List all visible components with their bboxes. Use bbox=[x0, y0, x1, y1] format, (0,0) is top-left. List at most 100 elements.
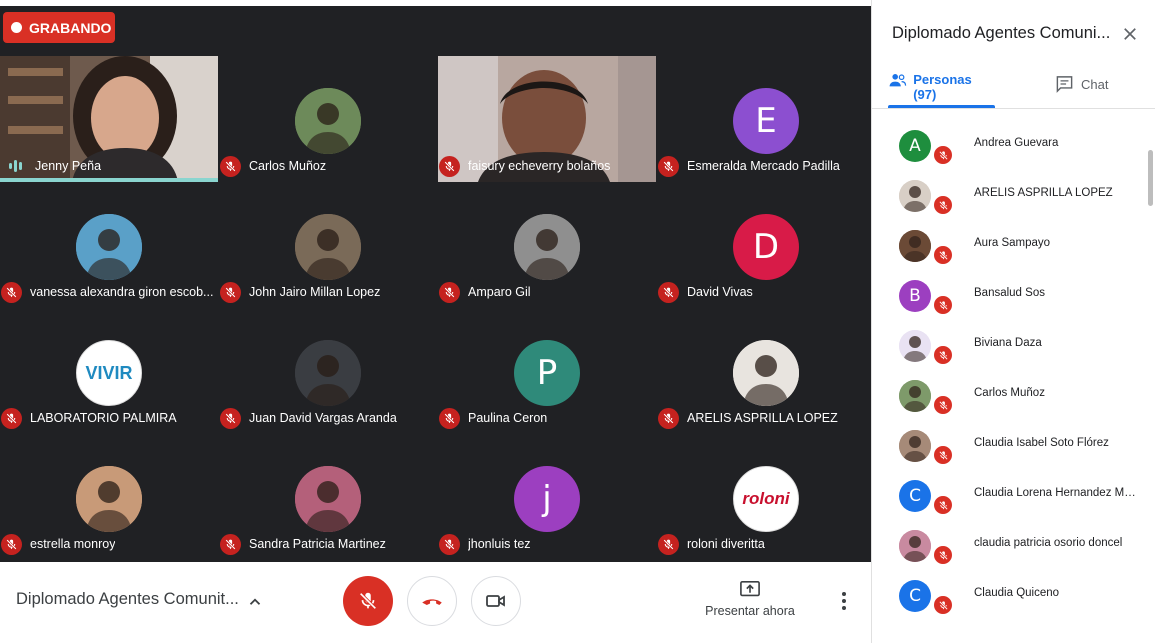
participant-caption: John Jairo Millan Lopez bbox=[220, 281, 433, 303]
participant-avatar: C bbox=[899, 480, 931, 512]
participant-tile[interactable]: D David Vivas bbox=[657, 182, 871, 308]
participant-avatar bbox=[899, 380, 931, 412]
participant-caption: Sandra Patricia Martinez bbox=[220, 533, 433, 555]
mic-off-icon bbox=[220, 407, 241, 429]
participant-tile[interactable]: Jenny Peña bbox=[0, 56, 218, 182]
participant-avatar bbox=[295, 214, 361, 280]
participant-list-item[interactable]: claudia patricia osorio doncel bbox=[872, 520, 1142, 570]
participant-list-name: Andrea Guevara bbox=[974, 137, 1059, 149]
participant-list-item[interactable]: ARELIS ASPRILLA LOPEZ bbox=[872, 170, 1142, 220]
mic-off-icon bbox=[932, 544, 954, 566]
participant-name: Esmeralda Mercado Padilla bbox=[687, 159, 840, 173]
participant-avatar bbox=[295, 88, 361, 154]
participant-name: Sandra Patricia Martinez bbox=[249, 537, 386, 551]
participant-tile[interactable]: estrella monroy bbox=[0, 434, 218, 560]
participant-name: ARELIS ASPRILLA LOPEZ bbox=[687, 411, 838, 425]
present-now-button[interactable]: Presentar ahora bbox=[700, 580, 800, 618]
participant-list-name: claudia patricia osorio doncel bbox=[974, 537, 1123, 549]
video-grid: GRABANDO Jenny Peña Carlos Muñoz faisury e… bbox=[0, 6, 871, 562]
participant-list-item[interactable]: B Bansalud Sos bbox=[872, 270, 1142, 320]
participant-list-item[interactable]: Biviana Daza bbox=[872, 320, 1142, 370]
participant-tile[interactable]: faisury echeverry bolaños bbox=[438, 56, 656, 182]
mic-off-icon bbox=[658, 155, 679, 177]
chevron-up-icon[interactable] bbox=[246, 593, 264, 611]
participant-list-name: Bansalud Sos bbox=[974, 287, 1045, 299]
toggle-camera-button[interactable] bbox=[471, 576, 521, 626]
bottom-control-bar: Diplomado Agentes Comunit... Presentar a… bbox=[0, 562, 871, 643]
logo-text: VIVIR bbox=[85, 362, 133, 383]
toggle-microphone-button[interactable] bbox=[343, 576, 393, 626]
participant-list-item[interactable]: C Claudia Lorena Hernandez Mor... bbox=[872, 470, 1142, 520]
tab-chat[interactable]: Chat bbox=[1055, 75, 1108, 93]
participant-tile[interactable]: Juan David Vargas Aranda bbox=[219, 308, 437, 434]
record-dot-icon bbox=[11, 22, 22, 33]
participant-name: Amparo Gil bbox=[468, 285, 531, 299]
participant-tile[interactable]: Carlos Muñoz bbox=[219, 56, 437, 182]
participant-list-name: Aura Sampayo bbox=[974, 237, 1051, 249]
recording-badge: GRABANDO bbox=[3, 12, 115, 43]
participant-name: John Jairo Millan Lopez bbox=[249, 285, 381, 299]
participant-name: Juan David Vargas Aranda bbox=[249, 411, 397, 425]
participant-name: Carlos Muñoz bbox=[249, 159, 327, 173]
mic-off-icon bbox=[932, 244, 954, 266]
mic-off-icon bbox=[439, 155, 460, 177]
participant-caption: Amparo Gil bbox=[439, 281, 652, 303]
participant-tile[interactable]: P Paulina Ceron bbox=[438, 308, 656, 434]
participant-list-item[interactable]: Aura Sampayo bbox=[872, 220, 1142, 270]
meeting-title[interactable]: Diplomado Agentes Comunit... bbox=[16, 590, 239, 609]
participant-tile[interactable]: Amparo Gil bbox=[438, 182, 656, 308]
participant-caption: Paulina Ceron bbox=[439, 407, 652, 429]
participant-tile[interactable]: ARELIS ASPRILLA LOPEZ bbox=[657, 308, 871, 434]
participant-initial-avatar: j bbox=[514, 466, 580, 532]
participant-tile[interactable]: E Esmeralda Mercado Padilla bbox=[657, 56, 871, 182]
mic-off-icon bbox=[932, 344, 954, 366]
leave-call-button[interactable] bbox=[407, 576, 457, 626]
meet-window: GRABANDO Jenny Peña Carlos Muñoz faisury e… bbox=[0, 0, 1155, 643]
participant-caption: estrella monroy bbox=[1, 533, 214, 555]
participant-list-item[interactable]: C Claudia Quiceno bbox=[872, 570, 1142, 620]
participant-name: estrella monroy bbox=[30, 537, 116, 551]
logo-text: roloni bbox=[742, 489, 790, 508]
mic-off-icon bbox=[932, 494, 954, 516]
mic-off-icon bbox=[359, 592, 377, 610]
mic-off-icon bbox=[932, 394, 954, 416]
participant-avatar bbox=[899, 230, 931, 262]
participant-name: Paulina Ceron bbox=[468, 411, 548, 425]
participant-list-name: Carlos Muñoz bbox=[974, 387, 1045, 399]
camera-icon bbox=[486, 595, 505, 607]
participant-name: faisury echeverry bolaños bbox=[468, 159, 611, 173]
mic-off-icon bbox=[932, 194, 954, 216]
participant-caption: roloni diveritta bbox=[658, 533, 871, 555]
recording-label: GRABANDO bbox=[29, 19, 112, 36]
participants-scrollbar[interactable] bbox=[1148, 150, 1153, 206]
participant-tile[interactable]: VIVIR LABORATORIO PALMIRA bbox=[0, 308, 218, 434]
mic-off-icon bbox=[932, 294, 954, 316]
participant-list-item[interactable]: A Andrea Guevara bbox=[872, 120, 1142, 170]
participant-avatar: B bbox=[899, 280, 931, 312]
participant-caption: Carlos Muñoz bbox=[220, 155, 433, 177]
participant-list-item[interactable]: Carlos Muñoz bbox=[872, 370, 1142, 420]
participant-tile[interactable]: vanessa alexandra giron escob... bbox=[0, 182, 218, 308]
participant-caption: vanessa alexandra giron escob... bbox=[1, 281, 214, 303]
more-options-icon[interactable] bbox=[836, 592, 852, 612]
people-panel: Diplomado Agentes Comuni... Personas (97… bbox=[871, 0, 1155, 643]
mic-off-icon bbox=[439, 407, 460, 429]
tab-people[interactable]: Personas (97) bbox=[888, 72, 995, 108]
participant-list-item[interactable]: Claudia Isabel Soto Flórez bbox=[872, 420, 1142, 470]
participant-tile[interactable]: John Jairo Millan Lopez bbox=[219, 182, 437, 308]
participant-initial-avatar: E bbox=[733, 88, 799, 154]
mic-off-icon bbox=[658, 407, 679, 429]
close-icon[interactable] bbox=[1121, 25, 1139, 43]
participant-caption: Jenny Peña bbox=[1, 155, 214, 177]
participant-tile[interactable]: roloni roloni diveritta bbox=[657, 434, 871, 560]
mic-off-icon bbox=[932, 594, 954, 616]
mic-off-icon bbox=[658, 533, 679, 555]
participant-name: roloni diveritta bbox=[687, 537, 765, 551]
participant-avatar bbox=[76, 214, 142, 280]
participant-avatar bbox=[514, 214, 580, 280]
participant-tile[interactable]: j jhonluis tez bbox=[438, 434, 656, 560]
mic-off-icon bbox=[220, 155, 241, 177]
participant-tile[interactable]: Sandra Patricia Martinez bbox=[219, 434, 437, 560]
participants-list[interactable]: A Andrea Guevara ARELIS ASPRILLA LOPEZ Aura… bbox=[872, 109, 1155, 643]
participant-caption: Esmeralda Mercado Padilla bbox=[658, 155, 871, 177]
